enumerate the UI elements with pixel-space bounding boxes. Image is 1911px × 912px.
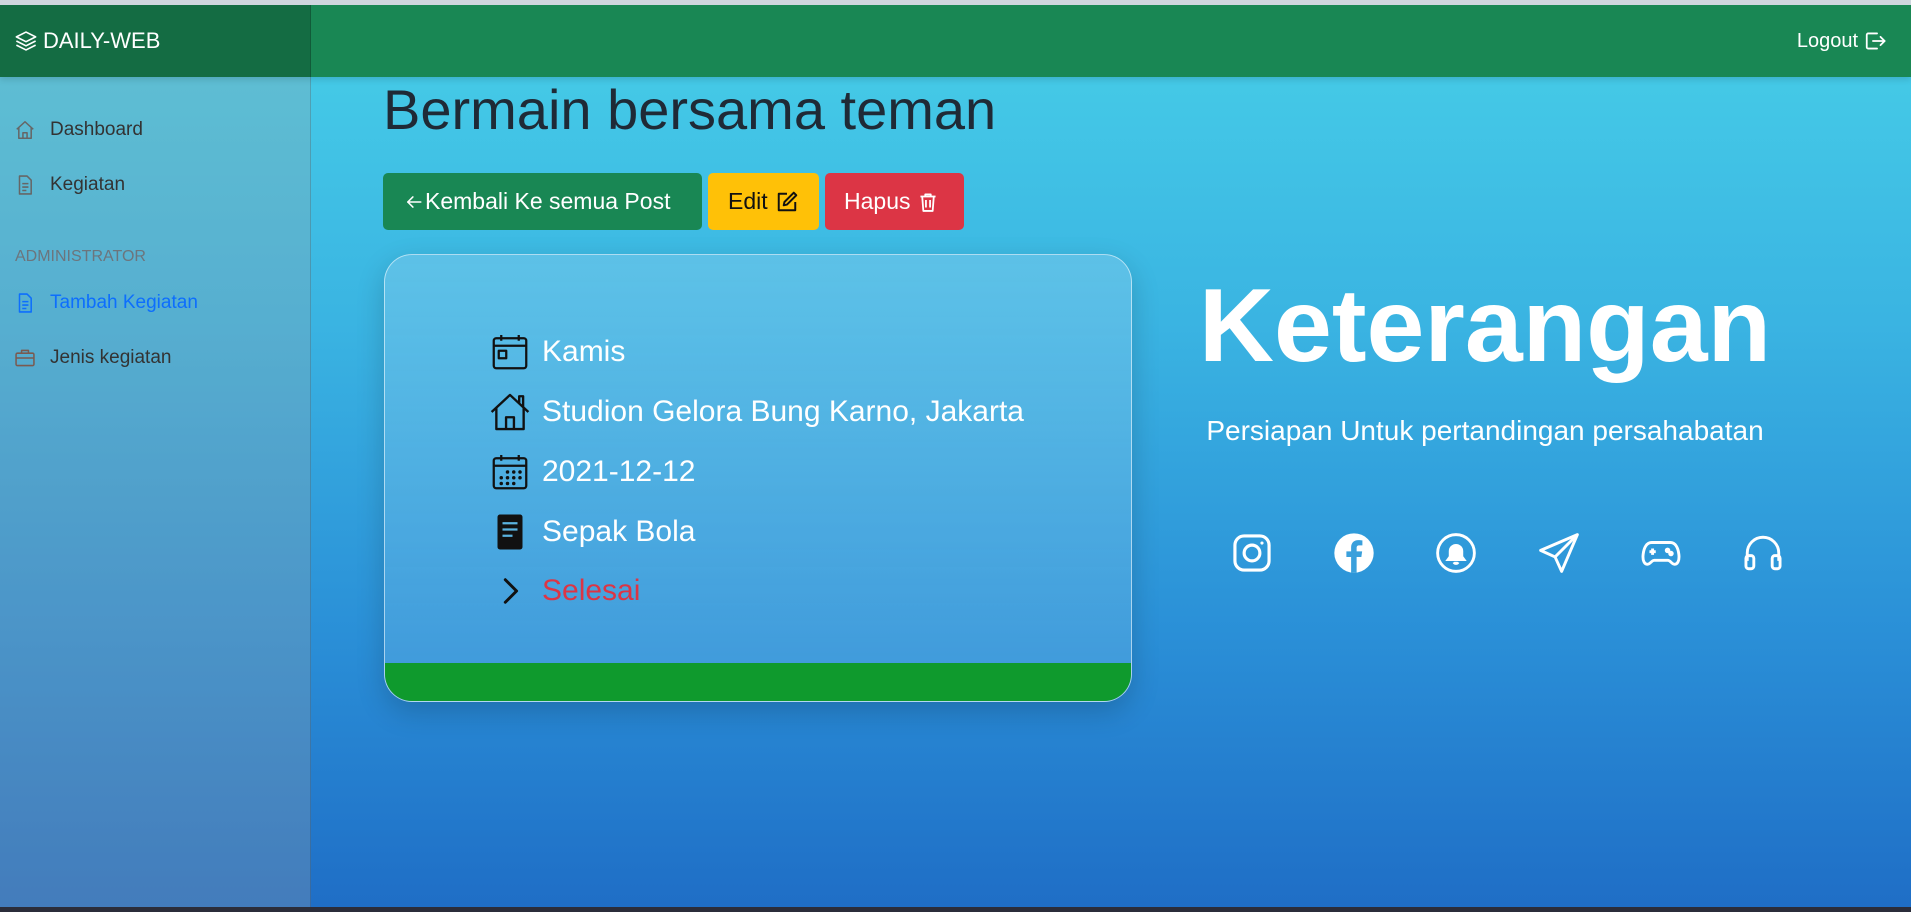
brand[interactable]: DAILY-WEB bbox=[0, 5, 311, 77]
taskbar-edge bbox=[0, 907, 1911, 912]
info-location: Studion Gelora Bung Karno, Jakarta bbox=[488, 390, 1024, 434]
layers-icon bbox=[15, 31, 37, 51]
sidebar: Dashboard Kegiatan ADMINISTRATOR Tambah … bbox=[0, 77, 311, 907]
facebook-icon[interactable] bbox=[1331, 530, 1377, 576]
info-status-value: Selesai bbox=[542, 574, 641, 607]
info-status: Selesai bbox=[488, 569, 640, 613]
page-title: Bermain bersama teman bbox=[383, 78, 997, 141]
calendar-date-icon bbox=[488, 450, 532, 494]
info-day: Kamis bbox=[488, 330, 625, 374]
brand-label: DAILY-WEB bbox=[43, 28, 161, 53]
send-icon[interactable] bbox=[1536, 530, 1582, 576]
logout-label: Logout bbox=[1796, 29, 1858, 52]
house-icon bbox=[16, 120, 34, 140]
edit-button[interactable]: Edit bbox=[708, 173, 819, 230]
sidebar-item-jenis-kegiatan[interactable]: Jenis kegiatan bbox=[14, 347, 171, 369]
edit-button-label: Edit bbox=[728, 188, 768, 214]
pencil-square-icon bbox=[777, 191, 797, 211]
logout-link[interactable]: Logout bbox=[1797, 5, 1886, 77]
card-footer bbox=[385, 663, 1131, 701]
file-text-icon bbox=[18, 293, 32, 313]
back-to-posts-button[interactable]: Kembali Ke semua Post bbox=[383, 173, 702, 230]
sidebar-heading-administrator: ADMINISTRATOR bbox=[15, 248, 146, 265]
delete-button[interactable]: Hapus bbox=[825, 173, 964, 230]
trash-icon bbox=[920, 193, 937, 212]
instagram-icon[interactable] bbox=[1229, 530, 1275, 576]
delete-button-label: Hapus bbox=[844, 188, 911, 214]
calendar-icon bbox=[488, 330, 532, 374]
info-category-value: Sepak Bola bbox=[542, 515, 696, 548]
navbar: DAILY-WEB Logout bbox=[0, 5, 1911, 77]
info-description: Persiapan Untuk pertandingan persahabata… bbox=[1206, 415, 1764, 446]
headphones-icon[interactable] bbox=[1740, 530, 1786, 576]
info-date: 2021-12-12 bbox=[488, 450, 695, 494]
sidebar-item-label: Kegiatan bbox=[50, 174, 126, 195]
info-location-value: Studion Gelora Bung Karno, Jakarta bbox=[542, 395, 1024, 428]
sidebar-item-tambah-kegiatan[interactable]: Tambah Kegiatan bbox=[14, 292, 198, 314]
info-category: Sepak Bola bbox=[488, 510, 695, 554]
chevron-right-icon bbox=[488, 569, 532, 613]
sidebar-item-label: Dashboard bbox=[50, 119, 143, 140]
back-button-label: Kembali Ke semua Post bbox=[425, 188, 671, 214]
info-heading: Keterangan bbox=[1198, 268, 1772, 384]
sidebar-item-label: Tambah Kegiatan bbox=[50, 292, 198, 313]
box-arrow-right-icon bbox=[1865, 32, 1886, 50]
bell-icon[interactable] bbox=[1433, 530, 1479, 576]
info-date-value: 2021-12-12 bbox=[542, 455, 696, 488]
info-day-value: Kamis bbox=[542, 335, 626, 368]
arrow-left-icon bbox=[407, 195, 422, 208]
activity-card: Kamis Studion Gelora Bung Karno, Jakarta bbox=[384, 254, 1132, 702]
sidebar-item-dashboard[interactable]: Dashboard bbox=[14, 119, 143, 141]
sidebar-item-kegiatan[interactable]: Kegiatan bbox=[14, 174, 125, 196]
file-text-icon bbox=[18, 175, 32, 195]
file-text-fill-icon bbox=[488, 510, 532, 554]
briefcase-icon bbox=[15, 349, 35, 367]
controller-icon[interactable] bbox=[1638, 530, 1684, 576]
house-icon bbox=[488, 390, 532, 434]
sidebar-item-label: Jenis kegiatan bbox=[50, 347, 172, 368]
app: DAILY-WEB Logout Dashboard Kegiatan ADMI… bbox=[0, 5, 1911, 907]
